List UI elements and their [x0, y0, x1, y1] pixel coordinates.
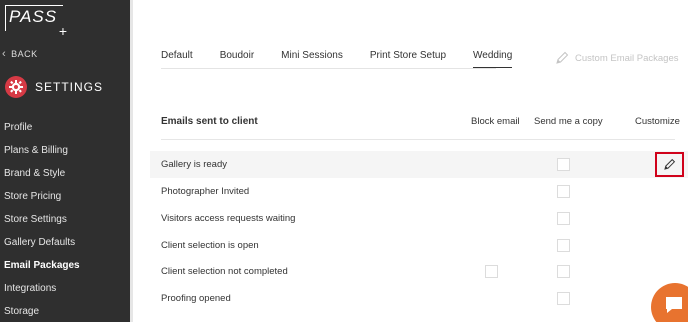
settings-header: SETTINGS: [5, 76, 103, 98]
logo[interactable]: PASS +: [5, 5, 67, 38]
settings-nav: Profile Plans & Billing Brand & Style St…: [0, 116, 130, 322]
row-label: Photographer Invited: [161, 186, 250, 197]
send-copy-checkbox[interactable]: [557, 185, 570, 198]
sidebar-item-email-packages[interactable]: Email Packages: [0, 254, 130, 277]
sidebar: PASS + ‹ BACK SETTINGS Profile Plans & B…: [0, 0, 133, 322]
package-tabs: Default Boudoir Mini Sessions Print Stor…: [161, 50, 539, 68]
send-copy-checkbox[interactable]: [557, 158, 570, 171]
tabs-divider: [161, 68, 496, 69]
logo-text: PASS: [9, 7, 58, 26]
table-row: Client selection not completed: [150, 258, 688, 285]
table-row: Visitors access requests waiting: [150, 205, 688, 232]
table-row: Proofing opened: [150, 285, 688, 312]
sidebar-item-brand-style[interactable]: Brand & Style: [0, 162, 130, 185]
gear-icon: [5, 76, 27, 98]
sidebar-item-store-settings[interactable]: Store Settings: [0, 208, 130, 231]
pencil-icon: [664, 158, 676, 170]
tab-wedding[interactable]: Wedding: [473, 50, 513, 68]
table-row: Client selection is open: [150, 232, 688, 259]
send-copy-checkbox[interactable]: [557, 212, 570, 225]
sidebar-item-integrations[interactable]: Integrations: [0, 277, 130, 300]
tab-mini-sessions[interactable]: Mini Sessions: [281, 50, 343, 68]
customize-button[interactable]: [655, 152, 684, 177]
column-header-send-copy: Send me a copy: [534, 116, 603, 127]
column-header-block-email: Block email: [471, 116, 520, 127]
send-copy-checkbox[interactable]: [557, 292, 570, 305]
sidebar-item-gallery-defaults[interactable]: Gallery Defaults: [0, 231, 130, 254]
chat-bubble-icon: [666, 297, 682, 313]
chevron-left-icon: ‹: [2, 48, 7, 60]
sidebar-item-storage[interactable]: Storage: [0, 300, 130, 322]
block-email-checkbox[interactable]: [485, 265, 498, 278]
settings-title: SETTINGS: [35, 80, 104, 94]
row-label: Client selection not completed: [161, 266, 288, 277]
table-title: Emails sent to client: [161, 116, 258, 127]
tab-print-store-setup[interactable]: Print Store Setup: [370, 50, 446, 68]
send-copy-checkbox[interactable]: [557, 265, 570, 278]
row-label: Visitors access requests waiting: [161, 213, 296, 224]
send-copy-checkbox[interactable]: [557, 239, 570, 252]
row-label: Client selection is open: [161, 240, 259, 251]
back-label: BACK: [11, 49, 38, 59]
tab-boudoir[interactable]: Boudoir: [220, 50, 254, 68]
pencil-icon: [556, 51, 569, 64]
table-header-divider: [161, 139, 675, 140]
logo-plus: +: [58, 23, 67, 39]
table-row: Photographer Invited: [150, 178, 688, 205]
column-header-customize: Customize: [635, 116, 680, 127]
back-link[interactable]: ‹ BACK: [2, 48, 38, 60]
tab-default[interactable]: Default: [161, 50, 193, 68]
custom-email-packages-button[interactable]: Custom Email Packages: [555, 51, 678, 65]
sidebar-item-profile[interactable]: Profile: [0, 116, 130, 139]
custom-email-packages-label: Custom Email Packages: [575, 52, 679, 64]
sidebar-item-store-pricing[interactable]: Store Pricing: [0, 185, 130, 208]
row-label: Proofing opened: [161, 293, 231, 304]
table-row: Gallery is ready: [150, 151, 688, 178]
sidebar-item-plans-billing[interactable]: Plans & Billing: [0, 139, 130, 162]
row-label: Gallery is ready: [161, 159, 227, 170]
